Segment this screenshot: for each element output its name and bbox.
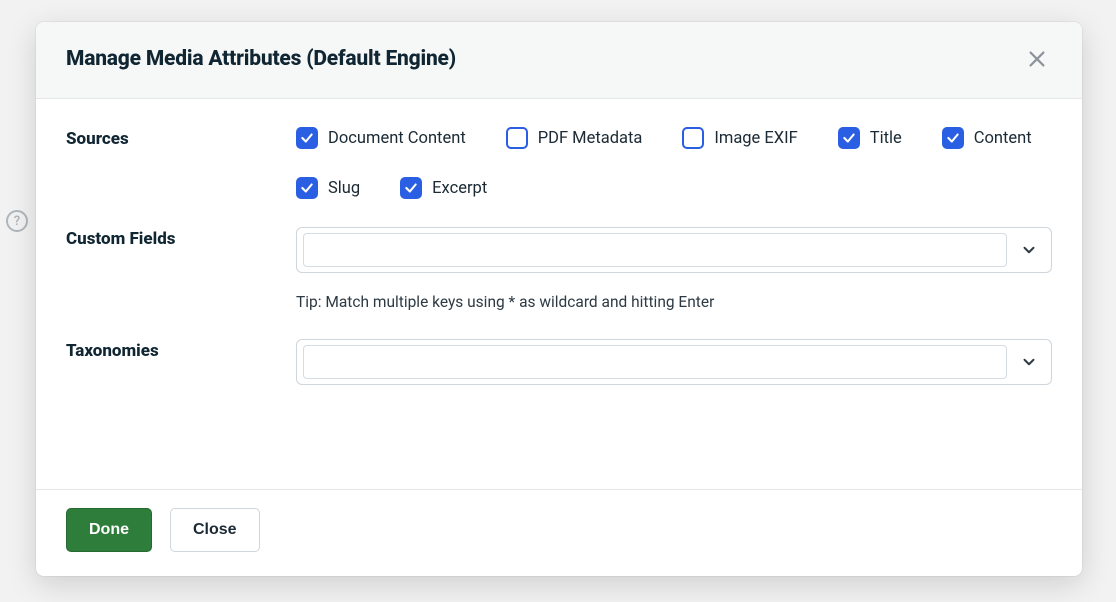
close-icon-button[interactable] [1022, 44, 1052, 74]
taxonomies-input[interactable] [303, 345, 1007, 379]
source-option-label: Document Content [328, 129, 466, 148]
source-option-label: Excerpt [432, 179, 487, 198]
checkbox-icon [942, 127, 964, 149]
help-icon: ? [6, 210, 28, 232]
source-option-content[interactable]: Content [942, 127, 1032, 149]
modal-footer: Done Close [36, 489, 1082, 576]
checkbox-icon [296, 127, 318, 149]
taxonomies-row: Taxonomies [66, 339, 1052, 385]
sources-label: Sources [66, 127, 276, 149]
custom-fields-caret[interactable] [1007, 228, 1051, 272]
custom-fields-tip: Tip: Match multiple keys using * as wild… [296, 293, 1052, 311]
source-option-slug[interactable]: Slug [296, 177, 360, 199]
source-option-label: Slug [328, 179, 360, 198]
close-button[interactable]: Close [170, 508, 260, 552]
done-button[interactable]: Done [66, 508, 152, 552]
chevron-down-icon [1020, 241, 1038, 259]
checkbox-icon [296, 177, 318, 199]
source-option-title[interactable]: Title [838, 127, 902, 149]
custom-fields-input[interactable] [303, 233, 1007, 267]
taxonomies-combobox[interactable] [296, 339, 1052, 385]
custom-fields-combobox[interactable] [296, 227, 1052, 273]
close-icon [1026, 48, 1048, 70]
custom-fields-row: Custom Fields Tip: Match multiple keys u… [66, 227, 1052, 311]
source-option-label: PDF Metadata [538, 129, 643, 148]
custom-fields-label: Custom Fields [66, 227, 276, 249]
sources-row: Sources Document Content PDF Metadata Imag… [66, 127, 1052, 199]
modal-body: Sources Document Content PDF Metadata Imag… [36, 99, 1082, 489]
source-option-document-content[interactable]: Document Content [296, 127, 466, 149]
source-option-excerpt[interactable]: Excerpt [400, 177, 487, 199]
manage-media-attributes-modal: Manage Media Attributes (Default Engine)… [36, 22, 1082, 576]
modal-header: Manage Media Attributes (Default Engine) [36, 22, 1082, 99]
sources-options: Document Content PDF Metadata Image EXIF Ti… [296, 127, 1052, 199]
taxonomies-caret[interactable] [1007, 340, 1051, 384]
checkbox-icon [682, 127, 704, 149]
source-option-label: Content [974, 129, 1032, 148]
source-option-label: Image EXIF [714, 129, 797, 148]
chevron-down-icon [1020, 353, 1038, 371]
checkbox-icon [838, 127, 860, 149]
checkbox-icon [506, 127, 528, 149]
checkbox-icon [400, 177, 422, 199]
source-option-label: Title [870, 129, 902, 148]
source-option-image-exif[interactable]: Image EXIF [682, 127, 797, 149]
taxonomies-label: Taxonomies [66, 339, 276, 361]
source-option-pdf-metadata[interactable]: PDF Metadata [506, 127, 643, 149]
modal-title: Manage Media Attributes (Default Engine) [66, 47, 456, 71]
